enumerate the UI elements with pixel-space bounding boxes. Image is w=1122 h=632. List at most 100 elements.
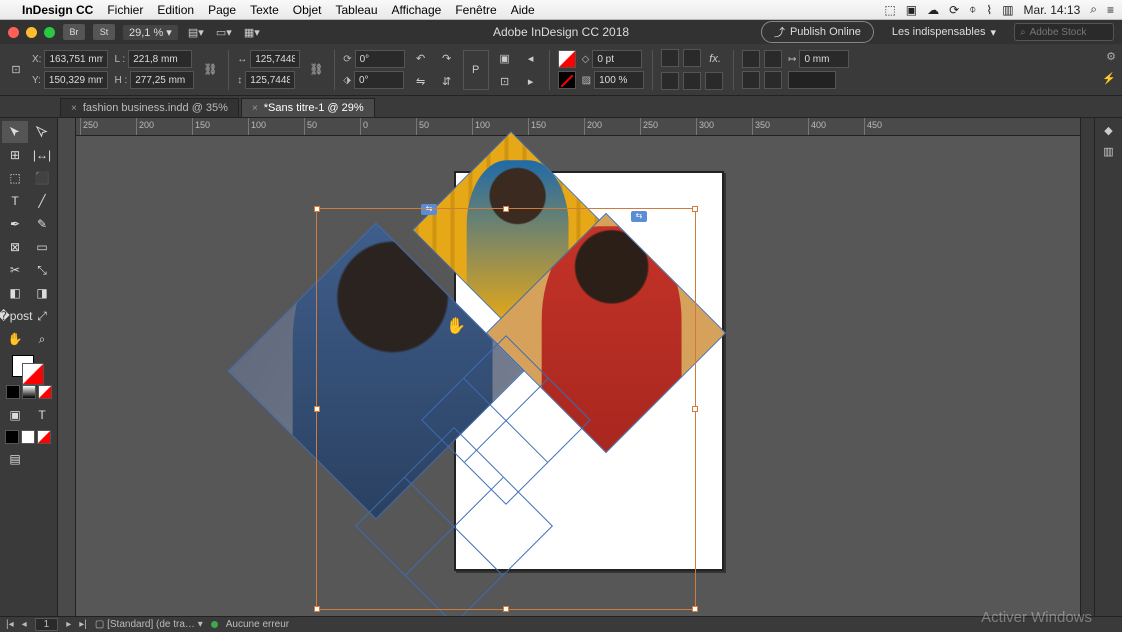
pen-tool[interactable]: ✒ — [2, 213, 28, 235]
quick-apply-icon[interactable]: ⚡ — [1102, 72, 1116, 85]
flip-h-icon[interactable]: ⇋ — [411, 71, 431, 91]
fill-stroke-swatch[interactable] — [12, 355, 46, 383]
opacity-field[interactable] — [594, 71, 644, 89]
gradient-swatch-tool[interactable]: ◧ — [2, 282, 28, 304]
prev-page-button[interactable]: ◂ — [22, 619, 27, 630]
close-icon[interactable]: × — [252, 103, 258, 114]
width-field[interactable] — [128, 50, 192, 68]
tab-fashion-business[interactable]: ×fashion business.indd @ 35% — [60, 98, 239, 117]
close-button[interactable] — [8, 27, 19, 38]
arrange-icon[interactable]: ▦▾ — [242, 22, 262, 42]
distribute-icon[interactable] — [764, 71, 782, 89]
app-name[interactable]: InDesign CC — [22, 3, 93, 17]
shear-field[interactable] — [354, 71, 404, 89]
menu-fenetre[interactable]: Fenêtre — [455, 3, 496, 17]
page-tool[interactable]: ⊞ — [2, 144, 28, 166]
minimize-button[interactable] — [26, 27, 37, 38]
pages-panel-icon[interactable]: ▥ — [1103, 145, 1113, 158]
menu-fichier[interactable]: Fichier — [107, 3, 143, 17]
note-tool[interactable]: �post — [2, 305, 28, 327]
zoom-select[interactable]: 29,1 % ▾ — [123, 25, 178, 40]
document-canvas[interactable]: 2502001501005005010015020025030035040045… — [76, 118, 1080, 616]
panel-menu-icon[interactable]: ⚙ — [1106, 50, 1116, 63]
fit-frame-icon[interactable] — [764, 50, 782, 68]
cc-icon[interactable]: ☁ — [927, 3, 939, 17]
battery-icon[interactable]: ▥ — [1002, 3, 1013, 17]
view-mode-icon[interactable]: ▤ — [2, 448, 28, 470]
preflight-status[interactable]: Aucune erreur — [226, 619, 289, 630]
corner-options-icon[interactable] — [742, 50, 760, 68]
scale-y-field[interactable] — [245, 71, 295, 89]
bluetooth-icon[interactable]: ⌽ — [969, 2, 976, 17]
fill-swatch[interactable] — [558, 50, 576, 68]
screen-mode-icon[interactable]: ▭▾ — [214, 22, 234, 42]
stroke-swatch[interactable] — [558, 71, 576, 89]
dropbox-icon[interactable]: ⬚ — [884, 3, 895, 17]
menu-texte[interactable]: Texte — [250, 3, 279, 17]
spotlight-icon[interactable]: ⌕ — [1090, 2, 1097, 17]
bridge-chip[interactable]: Br — [63, 24, 85, 40]
fx-button[interactable]: fx. — [705, 49, 725, 69]
select-prev-icon[interactable]: ◂ — [521, 48, 541, 68]
container-format-icon[interactable]: ▣ — [2, 404, 28, 426]
vertical-ruler[interactable] — [58, 118, 76, 616]
zoom-tool[interactable]: ⌕ — [29, 328, 55, 350]
constrain-scale-icon[interactable]: ⛓ — [306, 60, 326, 80]
default-fill-icon[interactable] — [5, 430, 19, 444]
tab-sans-titre[interactable]: ×*Sans titre-1 @ 29% — [241, 98, 375, 117]
select-container-icon[interactable]: ▣ — [495, 48, 515, 68]
selection-tool[interactable] — [2, 121, 28, 143]
eyedropper-tool[interactable]: ⤢ — [29, 305, 55, 327]
menu-affichage[interactable]: Affichage — [392, 3, 442, 17]
scale-x-field[interactable] — [250, 50, 300, 68]
drop-shadow-icon[interactable] — [661, 49, 679, 67]
gap-tool[interactable]: |↔| — [29, 144, 55, 166]
stroke-style-select[interactable] — [788, 71, 836, 89]
rectangle-tool[interactable]: ▭ — [29, 236, 55, 258]
close-icon[interactable]: × — [71, 103, 77, 114]
master-page-select[interactable]: ▢ [Standard] (de tra… ▾ — [95, 619, 203, 630]
flip-v-icon[interactable]: ⇵ — [437, 71, 457, 91]
menu-edition[interactable]: Edition — [157, 3, 194, 17]
content-placer-tool[interactable]: ⬛ — [29, 167, 55, 189]
wifi-icon[interactable]: ⌇ — [986, 3, 992, 17]
last-page-button[interactable]: ▸| — [79, 619, 87, 630]
gradient-feather-tool[interactable]: ◨ — [29, 282, 55, 304]
hand-tool[interactable]: ✋ — [2, 328, 28, 350]
apply-gradient-icon[interactable] — [22, 385, 36, 399]
pencil-tool[interactable]: ✎ — [29, 213, 55, 235]
horizontal-ruler[interactable]: 2502001501005005010015020025030035040045… — [76, 118, 1080, 136]
line-tool[interactable]: ╱ — [29, 190, 55, 212]
layers-panel-icon[interactable]: ◆ — [1104, 124, 1112, 137]
rectangle-frame-tool[interactable]: ⊠ — [2, 236, 28, 258]
direct-selection-tool[interactable] — [29, 121, 55, 143]
text-format-icon[interactable]: T — [29, 404, 55, 426]
height-field[interactable] — [130, 71, 194, 89]
apply-color-icon[interactable] — [6, 385, 20, 399]
text-wrap-bbox-icon[interactable] — [683, 72, 701, 90]
menu-aide[interactable]: Aide — [511, 3, 535, 17]
pasteboard[interactable]: ⇆ ⇆ ✋ — [76, 136, 1080, 616]
y-field[interactable] — [44, 71, 108, 89]
next-page-button[interactable]: ▸ — [66, 619, 71, 630]
apply-none-icon[interactable] — [38, 385, 52, 399]
gap-field[interactable] — [799, 50, 849, 68]
select-next-icon[interactable]: ▸ — [521, 71, 541, 91]
x-field[interactable] — [44, 50, 108, 68]
menu-icon[interactable]: ≡ — [1107, 3, 1114, 17]
zoom-button[interactable] — [44, 27, 55, 38]
rotation-field[interactable] — [355, 50, 405, 68]
sync-icon[interactable]: ⟳ — [949, 3, 959, 17]
default-stroke-icon[interactable] — [21, 430, 35, 444]
content-collector-tool[interactable]: ⬚ — [2, 167, 28, 189]
menu-tableau[interactable]: Tableau — [335, 3, 377, 17]
align-icon[interactable] — [742, 71, 760, 89]
menu-page[interactable]: Page — [208, 3, 236, 17]
stroke-weight-field[interactable] — [592, 50, 642, 68]
first-page-button[interactable]: |◂ — [6, 619, 14, 630]
clock[interactable]: Mar. 14:13 — [1024, 3, 1081, 17]
stock-chip[interactable]: St — [93, 24, 115, 40]
publish-online-button[interactable]: ⤴ Publish Online — [761, 21, 874, 43]
select-content-icon[interactable]: ⊡ — [495, 71, 515, 91]
default-none-icon[interactable] — [37, 430, 51, 444]
